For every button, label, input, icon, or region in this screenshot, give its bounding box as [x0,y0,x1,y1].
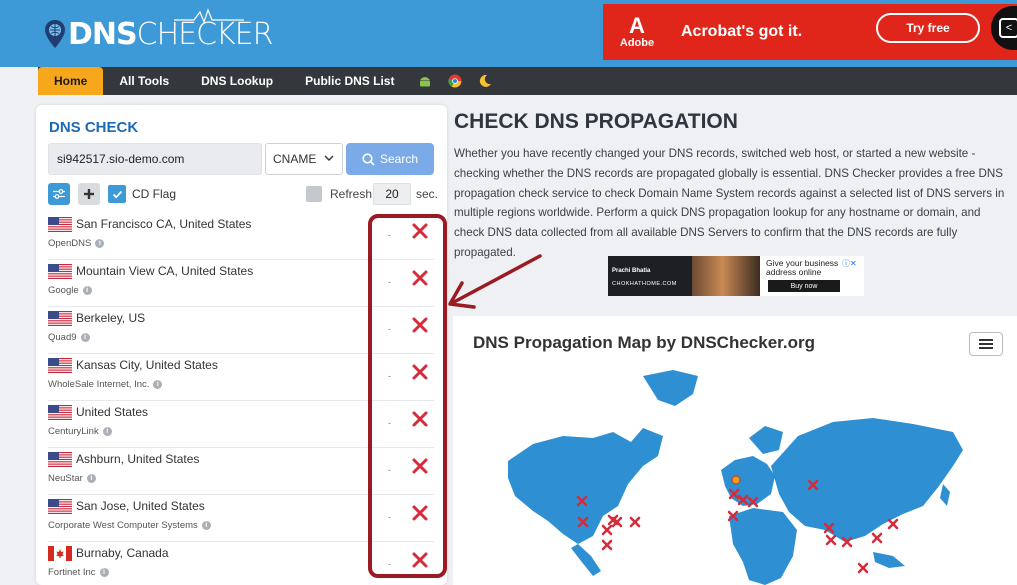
search-icon [362,152,375,166]
info-icon[interactable]: i [80,333,90,342]
us-flag-icon [48,452,72,467]
server-provider: NeuStar i [48,473,96,484]
server-provider-name: OpenDNS [48,238,92,249]
record-type-select[interactable]: CNAME [265,143,343,175]
server-provider-name: Fortinet Inc [48,567,96,578]
android-icon[interactable] [410,67,440,95]
cd-flag-label: CD Flag [132,187,177,201]
info-icon[interactable]: i [99,568,109,577]
server-provider: OpenDNS i [48,238,105,249]
chrome-icon[interactable] [440,67,470,95]
info-icon[interactable]: i [153,380,163,389]
refresh-checkbox[interactable] [306,186,322,202]
us-flag-icon [48,311,72,326]
server-location: San Jose, United States [76,499,205,513]
info-icon[interactable]: i [82,286,92,295]
plus-icon [84,189,94,199]
server-provider: CenturyLink i [48,426,112,437]
moon-icon[interactable] [470,67,500,95]
ad-headline: Acrobat's got it. [681,23,803,40]
adobe-logo: A Adobe [619,13,655,50]
buy-now-button[interactable]: Buy now [768,280,840,292]
server-location: San Francisco CA, United States [76,217,252,231]
server-provider-name: Corporate West Computer Systems [48,520,198,531]
search-label: Search [379,152,419,166]
location-pin-icon [45,20,65,48]
nav-all-tools[interactable]: All Tools [103,67,185,95]
page-title: CHECK DNS PROPAGATION [454,110,738,133]
server-location: Burnaby, Canada [76,546,169,560]
refresh-label: Refresh: [330,187,376,201]
site-header: DNSCHECKER A Adobe Acrobat's got it. Try… [0,0,1017,67]
page-description: Whether you have recently changed your D… [454,147,1005,259]
server-provider: Corporate West Computer Systems i [48,520,211,531]
seconds-label: sec. [416,187,439,201]
server-location: Kansas City, United States [76,358,218,372]
server-provider: Fortinet Inc i [48,567,109,578]
ad-text: Give your business address online [766,258,839,277]
sliders-icon [53,189,65,199]
ad-brand-text: Prachi Bhatia CHOKHATHOME.COM [612,268,677,287]
ad-photo [692,256,760,296]
info-icon[interactable]: i [102,427,112,436]
domain-input[interactable]: si942517.sio-demo.com [48,143,262,175]
us-flag-icon [48,264,72,279]
server-provider: Google i [48,285,92,296]
search-button[interactable]: Search [346,143,434,175]
result-column-highlight [368,214,447,578]
sponsored-ad[interactable]: Prachi Bhatia CHOKHATHOME.COM Give your … [608,256,864,296]
info-icon[interactable]: i [86,474,96,483]
check-icon [112,190,122,198]
nav-home[interactable]: Home [38,67,104,95]
dnschecker-logo[interactable]: DNSCHECKER [44,8,274,54]
world-map[interactable] [453,366,1017,585]
server-location: United States [76,405,149,419]
server-provider-name: NeuStar [48,473,83,484]
nav-public-dns-list[interactable]: Public DNS List [289,67,410,95]
ad-content: Give your business address online Buy no… [760,256,864,296]
server-provider-name: Quad9 [48,332,77,343]
info-icon[interactable]: i [95,239,105,248]
server-provider: Quad9 i [48,332,90,343]
ad-side-panel[interactable]: < [991,6,1017,50]
server-provider: WholeSale Internet, Inc. i [48,379,163,390]
adobe-banner-ad[interactable]: A Adobe Acrobat's got it. Try free < [603,4,1017,60]
server-provider-name: Google [48,285,79,296]
us-flag-icon [48,358,72,373]
info-icon[interactable]: i [201,521,211,530]
settings-button[interactable] [48,183,70,205]
propagation-map-card: DNS Propagation Map by DNSChecker.org [453,316,1017,585]
map-title: DNS Propagation Map by DNSChecker.org [473,333,815,352]
server-location: Mountain View CA, United States [76,264,254,278]
cd-flag-checkbox[interactable] [108,185,126,203]
us-flag-icon [48,217,72,232]
refresh-interval-input[interactable]: 20 [373,183,411,205]
map-menu-button[interactable] [969,332,1003,356]
us-flag-icon [48,405,72,420]
server-location: Berkeley, US [76,311,146,325]
nav-dns-lookup[interactable]: DNS Lookup [185,67,289,95]
server-provider-name: WholeSale Internet, Inc. [48,379,150,390]
try-free-button[interactable]: Try free [876,13,980,43]
ad-choices-icon[interactable]: ⓘ✕ [842,258,857,269]
us-flag-icon [48,499,72,514]
canada-flag-icon [48,546,72,561]
ad-expand-icon[interactable]: < [999,18,1017,38]
main-nav: Home All Tools DNS Lookup Public DNS Lis… [38,67,1017,95]
add-server-button[interactable] [78,183,100,205]
chevron-down-icon [324,155,334,161]
dns-check-title: DNS CHECK [49,119,139,136]
record-type-value: CNAME [273,152,317,166]
server-provider-name: CenturyLink [48,426,99,437]
server-location: Ashburn, United States [76,452,200,466]
signal-wave-icon [174,8,244,24]
